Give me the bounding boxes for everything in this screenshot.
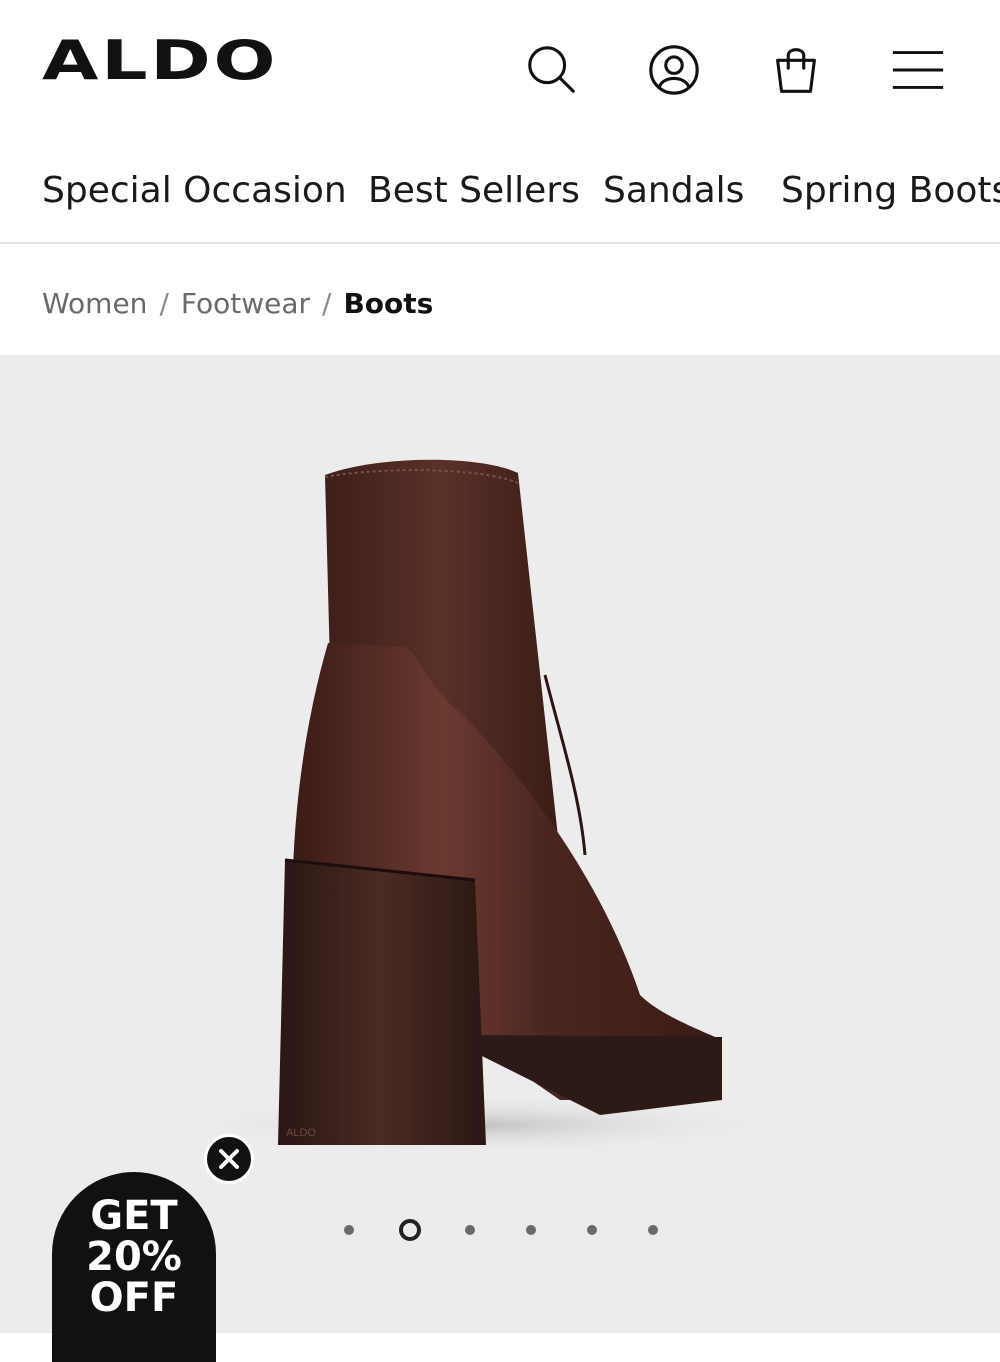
promo-line-off: OFF <box>89 1275 179 1321</box>
search-icon <box>528 46 575 93</box>
bag-button[interactable] <box>764 38 828 102</box>
search-button[interactable] <box>520 38 584 102</box>
carousel-dot[interactable] <box>587 1225 597 1235</box>
account-icon <box>649 45 699 95</box>
carousel-dot[interactable] <box>344 1225 354 1235</box>
carousel-dot[interactable] <box>465 1225 475 1235</box>
promo-line-percent: 20% <box>86 1234 182 1280</box>
discount-promo-badge[interactable]: GET 20% OFF <box>52 1172 216 1362</box>
carousel-dot-active[interactable] <box>399 1219 421 1241</box>
breadcrumb-footwear[interactable]: Footwear <box>181 287 310 320</box>
close-icon <box>219 1149 239 1169</box>
svg-text:ALDO: ALDO <box>286 1127 316 1139</box>
category-nav: Special Occasion Best Sellers Sandals Sp… <box>0 150 1000 244</box>
breadcrumb-current: Boots <box>343 287 434 320</box>
carousel-dot[interactable] <box>526 1225 536 1235</box>
menu-icon <box>892 51 944 89</box>
nav-item-special-occasion[interactable]: Special Occasion <box>42 170 347 211</box>
breadcrumb: Women / Footwear / Boots <box>42 287 433 320</box>
menu-button[interactable] <box>886 38 950 102</box>
breadcrumb-women[interactable]: Women <box>42 287 147 320</box>
nav-item-spring-boots[interactable]: Spring Boots <box>781 170 1000 211</box>
promo-close-button[interactable] <box>204 1134 254 1184</box>
nav-item-best-sellers[interactable]: Best Sellers <box>368 170 580 211</box>
breadcrumb-separator: / <box>159 287 169 320</box>
site-header: ALDO <box>0 0 1000 140</box>
carousel-dot[interactable] <box>648 1225 658 1235</box>
promo-line-get: GET <box>90 1193 178 1239</box>
nav-item-sandals[interactable]: Sandals <box>603 170 744 211</box>
brand-logo[interactable]: ALDO <box>42 34 278 88</box>
breadcrumb-separator: / <box>322 287 332 320</box>
account-button[interactable] <box>642 38 706 102</box>
bag-icon <box>776 48 816 93</box>
